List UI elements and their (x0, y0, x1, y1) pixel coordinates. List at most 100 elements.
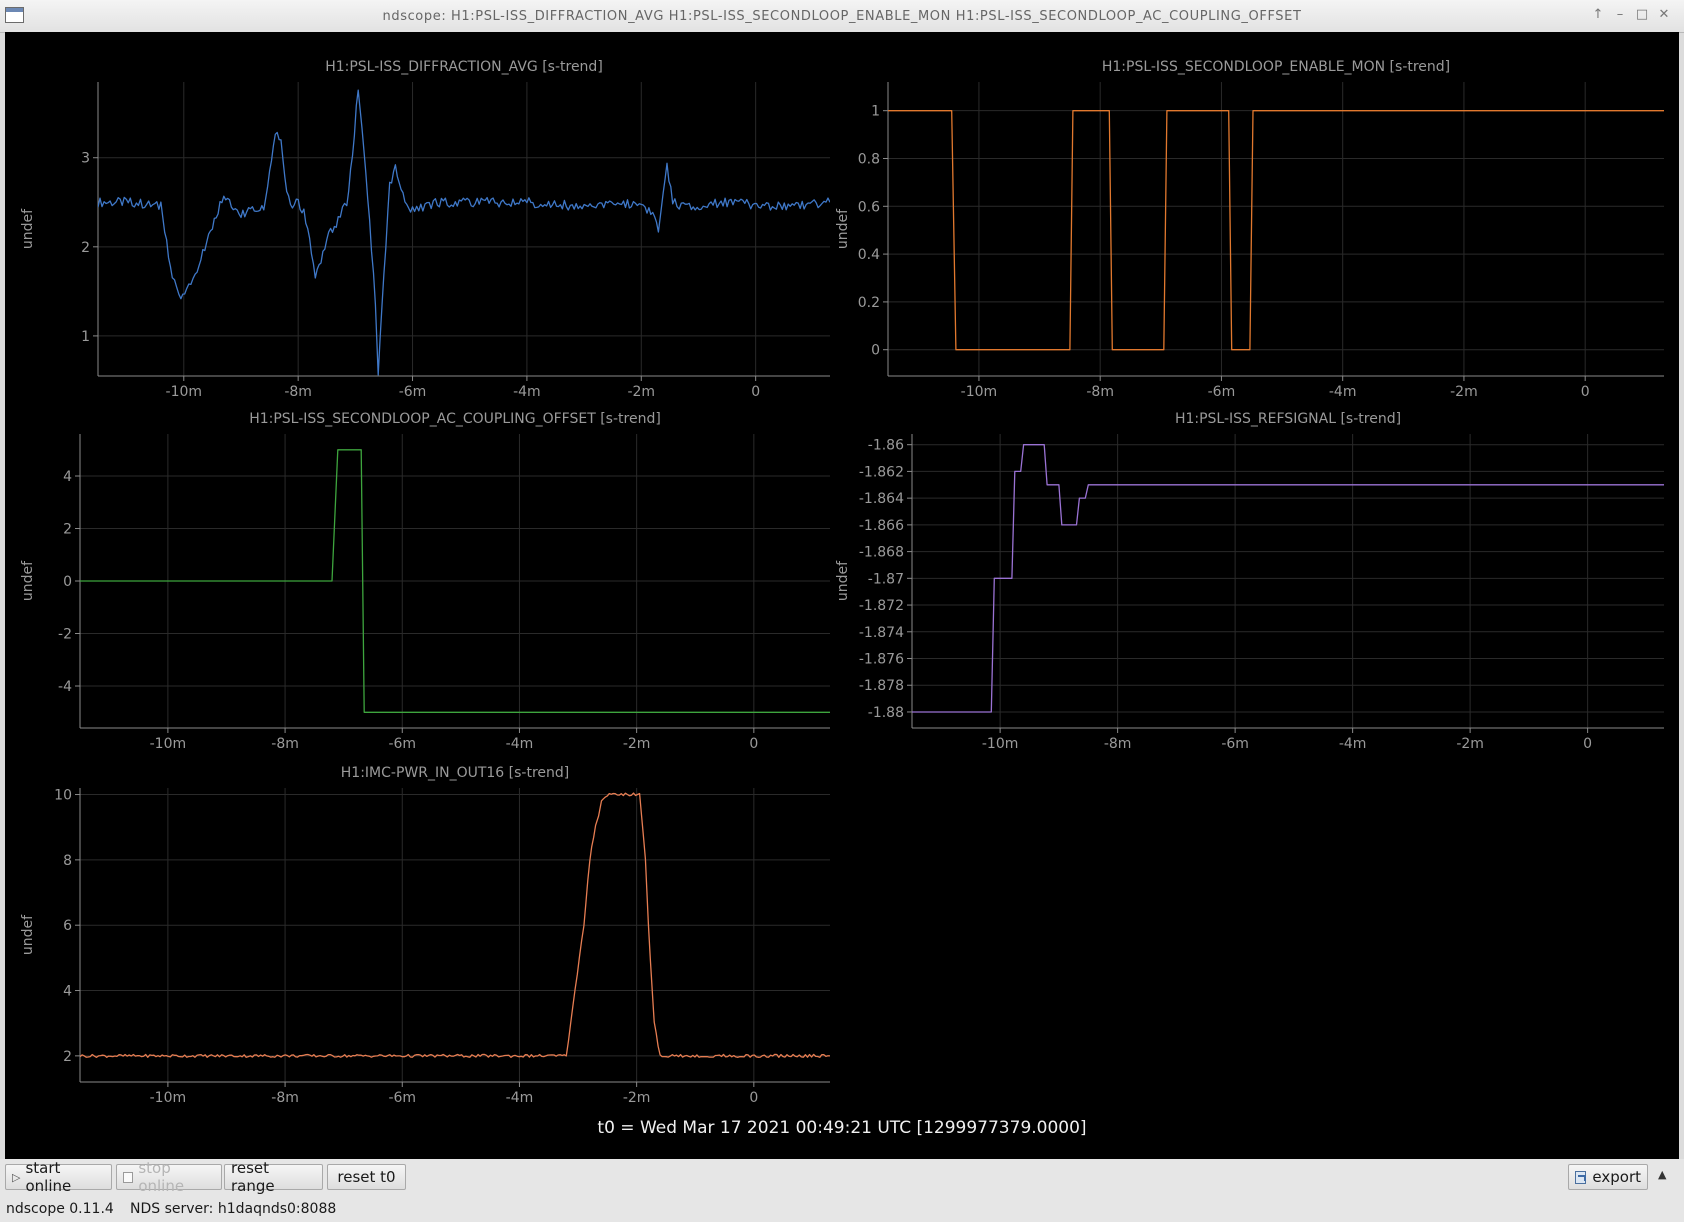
plot-title: H1:PSL-ISS_DIFFRACTION_AVG [s-trend] (325, 59, 603, 75)
scope-plots[interactable]: -10m -8m -6m -4m -2m 0 1 2 3 H1:PSL-ISS_DIFFRACTI… (5, 32, 1679, 1159)
plot-3: -10m -8m -6m -4m -2m 0 -4 -2 0 2 4 H1:PSL-ISS_SECON… (20, 411, 830, 752)
y-tick-label: 2 (63, 1049, 72, 1065)
x-tick-label: -2m (1450, 384, 1478, 400)
reset-t0-button[interactable]: reset t0 (327, 1164, 406, 1190)
x-tick-label: -10m (961, 384, 998, 400)
x-tick-label: -6m (1221, 736, 1249, 752)
y-tick-label: -1.876 (859, 652, 904, 668)
y-tick-label: -1.88 (868, 705, 904, 721)
plot-title: H1:PSL-ISS_SECONDLOOP_AC_COUPLING_OFFSET… (249, 411, 661, 427)
y-axis-label: undef (835, 560, 851, 601)
x-tick-label: -2m (1456, 736, 1484, 752)
x-tick-label: 0 (749, 1090, 758, 1106)
x-tick-label: 0 (1581, 384, 1590, 400)
maximize-icon[interactable]: □ (1633, 6, 1651, 24)
x-tick-label: -8m (284, 384, 312, 400)
y-tick-label: 2 (63, 522, 72, 538)
export-label: export (1592, 1168, 1641, 1186)
y-tick-label: -1.874 (859, 625, 904, 641)
plot-1: -10m -8m -6m -4m -2m 0 1 2 3 H1:PSL-ISS_DIFFRACTI… (20, 59, 830, 400)
y-tick-label: 0 (871, 343, 880, 359)
y-tick-label: -1.868 (859, 545, 904, 561)
title-bar: ndscope: H1:PSL-ISS_DIFFRACTION_AVG H1:P… (0, 0, 1684, 33)
x-tick-label: -6m (388, 1090, 416, 1106)
x-tick-label: -4m (513, 384, 541, 400)
y-tick-label: -1.872 (859, 598, 904, 614)
x-tick-label: 0 (1583, 736, 1592, 752)
minimize-icon[interactable]: – (1611, 6, 1629, 24)
y-tick-label: 0.4 (858, 247, 880, 263)
t0-label: t0 = Wed Mar 17 2021 00:49:21 UTC [12999… (597, 1118, 1087, 1138)
stop-icon (123, 1171, 134, 1183)
x-tick-label: -8m (1086, 384, 1114, 400)
y-tick-label: 0.2 (858, 295, 880, 311)
y-axis-label: undef (20, 208, 36, 249)
x-tick-label: -8m (271, 1090, 299, 1106)
reset-t0-label: reset t0 (337, 1168, 396, 1186)
x-tick-label: -6m (388, 736, 416, 752)
x-tick-label: -10m (982, 736, 1019, 752)
reset-range-label: reset range (231, 1159, 275, 1195)
plot-5: -10m -8m -6m -4m -2m 0 2 4 6 8 10 H1:IMC-PWR_IN_OUT… (20, 765, 830, 1106)
x-tick-label: -4m (1339, 736, 1367, 752)
series-line (98, 89, 830, 376)
x-tick-label: -2m (627, 384, 655, 400)
x-tick-label: -4m (506, 1090, 534, 1106)
y-tick-label: -4 (58, 679, 72, 695)
y-tick-label: -1.862 (859, 464, 904, 480)
x-tick-label: -6m (399, 384, 427, 400)
close-icon[interactable]: ✕ (1655, 6, 1673, 24)
y-tick-label: -1.864 (859, 491, 904, 507)
y-axis-label: undef (835, 208, 851, 249)
x-tick-label: 0 (751, 384, 760, 400)
y-tick-label: 0.6 (858, 199, 880, 215)
y-tick-label: 2 (81, 240, 90, 256)
export-button[interactable]: export (1568, 1164, 1648, 1190)
x-tick-label: -8m (271, 736, 299, 752)
y-tick-label: 4 (63, 469, 72, 485)
x-tick-label: -2m (623, 736, 651, 752)
export-icon (1575, 1170, 1587, 1184)
reset-range-button[interactable]: reset range (224, 1159, 323, 1195)
play-icon: ▷ (12, 1170, 21, 1184)
y-tick-label: -1.878 (859, 678, 904, 694)
x-tick-label: -10m (150, 1090, 187, 1106)
stop-online-button[interactable]: stop online (116, 1159, 222, 1195)
series-line (888, 110, 1664, 351)
y-tick-label: -2 (58, 627, 72, 643)
y-tick-label: -1.86 (868, 438, 904, 454)
scope-plot-area: -10m -8m -6m -4m -2m 0 1 2 3 H1:PSL-ISS_DIFFRACTI… (5, 32, 1679, 1159)
x-tick-label: -4m (506, 736, 534, 752)
nds-server-label: NDS server: h1daqnds0:8088 (130, 1201, 337, 1217)
status-bar: ndscope 0.11.4 NDS server: h1daqnds0:808… (0, 1197, 1684, 1222)
y-tick-label: 4 (63, 984, 72, 1000)
y-tick-label: -1.87 (868, 571, 904, 587)
start-online-button[interactable]: ▷ start online (5, 1159, 112, 1195)
x-tick-label: -8m (1104, 736, 1132, 752)
y-axis-label: undef (20, 560, 36, 601)
y-axis-label: undef (20, 914, 36, 955)
plot-2: -10m -8m -6m -4m -2m 0 0 0.2 0.4 0.6 0.8 1 H1:PSL-IS… (835, 59, 1664, 400)
stop-online-label: stop online (138, 1159, 185, 1195)
plot-title: H1:PSL-ISS_SECONDLOOP_ENABLE_MON [s-tren… (1102, 59, 1450, 75)
y-tick-label: 0.8 (858, 151, 880, 167)
start-online-label: start online (25, 1159, 72, 1195)
y-tick-label: -1.866 (859, 518, 904, 534)
y-tick-label: 10 (54, 788, 72, 804)
x-tick-label: -10m (150, 736, 187, 752)
x-tick-label: 0 (749, 736, 758, 752)
y-tick-label: 8 (63, 853, 72, 869)
y-tick-label: 0 (63, 574, 72, 590)
y-tick-label: 3 (81, 151, 90, 167)
window-title: ndscope: H1:PSL-ISS_DIFFRACTION_AVG H1:P… (382, 9, 1302, 24)
keep-above-icon[interactable]: ↑ (1589, 6, 1607, 24)
plot-title: H1:PSL-ISS_REFSIGNAL [s-trend] (1175, 411, 1401, 427)
plot-4: -10m -8m -6m -4m -2m 0 -1.88 -1.878 -1.876 -1.874… (835, 411, 1664, 752)
plot-title: H1:IMC-PWR_IN_OUT16 [s-trend] (341, 765, 569, 781)
y-tick-label: 6 (63, 918, 72, 934)
x-tick-label: -4m (1329, 384, 1357, 400)
collapse-arrow-icon[interactable]: ▲ (1658, 1168, 1666, 1181)
x-tick-label: -2m (623, 1090, 651, 1106)
y-tick-label: 1 (81, 329, 90, 345)
y-tick-label: 1 (871, 104, 880, 120)
